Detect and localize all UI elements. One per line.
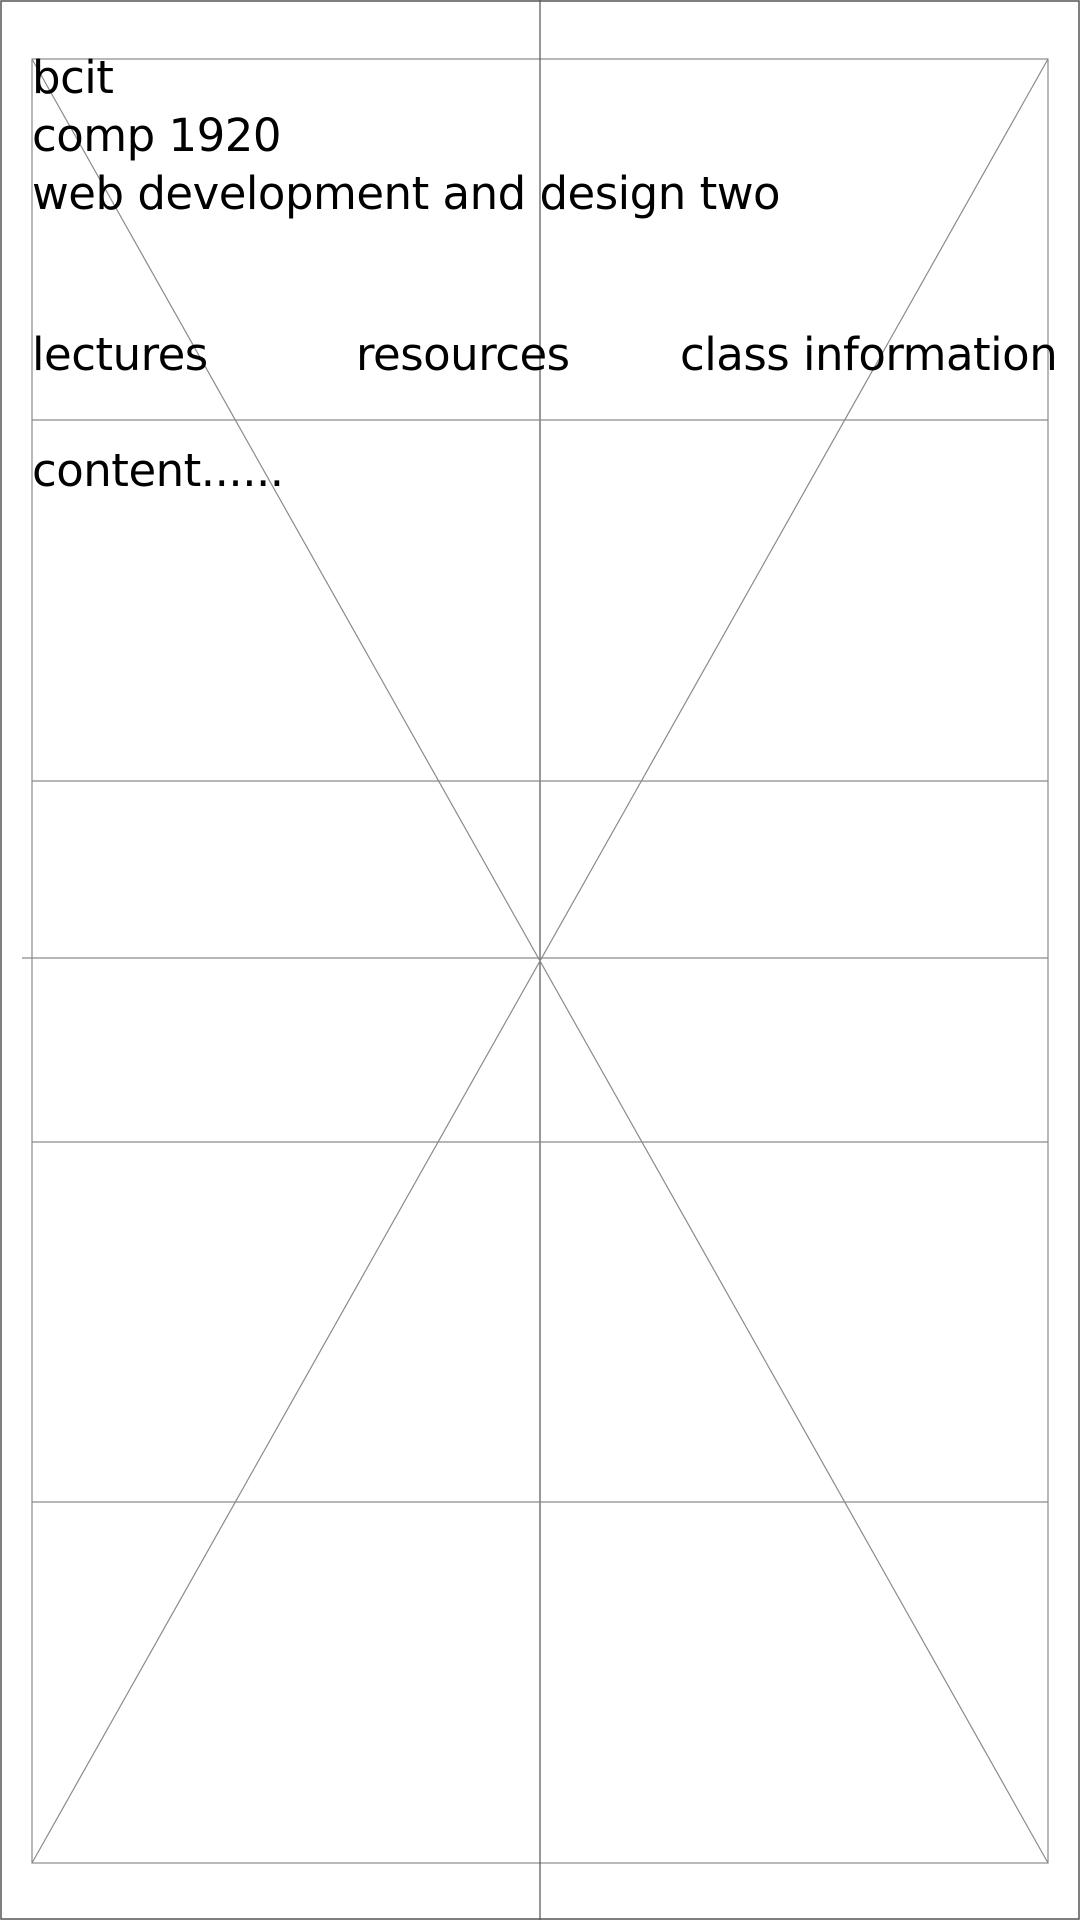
course-title: web development and design two [32,167,781,220]
wireframe-guides [0,0,1080,1920]
course-code: comp 1920 [32,109,282,162]
main-content: content...... [32,444,284,497]
institution-name: bcit [32,51,114,104]
nav-item-class-information[interactable]: class information [680,332,1058,377]
nav-item-resources[interactable]: resources [356,332,570,377]
nav-item-lectures[interactable]: lectures [32,332,208,377]
